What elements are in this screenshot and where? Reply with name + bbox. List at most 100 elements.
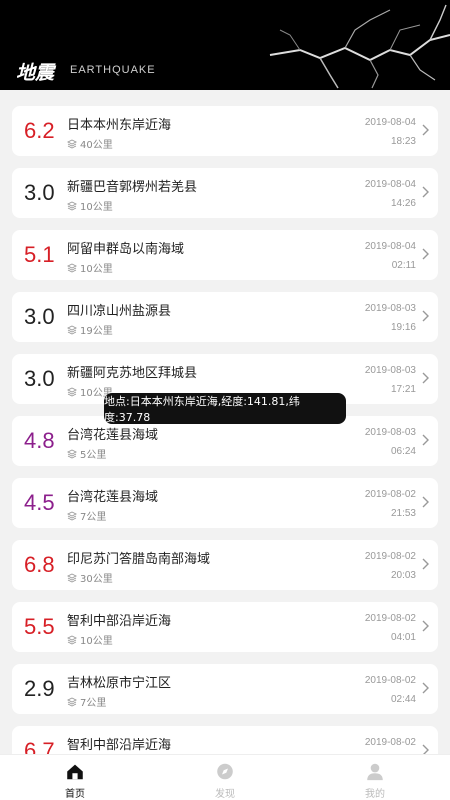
chevron-right-icon [422,186,429,198]
chevron-right-icon [422,620,429,632]
quake-date: 2019-08-03 [364,365,416,376]
layers-icon [66,696,78,707]
quake-time: 19:16 [390,322,416,333]
magnitude: 5.1 [24,242,55,267]
quake-date: 2019-08-04 [364,241,416,252]
quake-date: 2019-08-02 [364,737,416,748]
depth-value: 19公里 [80,326,113,337]
app-header: 地震 EARTHQUAKE [0,0,450,90]
magnitude: 6.2 [24,118,55,143]
quake-location: 吉林松原市宁江区 [67,676,172,691]
depth-value: 30公里 [80,574,113,585]
quake-date: 2019-08-03 [364,303,416,314]
quake-depth: 7公里 [66,508,106,523]
magnitude: 3.0 [24,180,55,205]
app-logo: 地震 [16,62,55,84]
app-subtitle: EARTHQUAKE [70,64,156,76]
chevron-right-icon [422,124,429,136]
quake-depth: 30公里 [66,570,113,585]
tab-home[interactable]: 首页 [0,755,150,800]
tab-discover[interactable]: 发现 [150,755,300,800]
quake-date: 2019-08-03 [364,427,416,438]
tab-label: 首页 [65,789,85,800]
depth-value: 10公里 [80,264,113,275]
quake-time: 17:21 [390,384,416,395]
quake-date: 2019-08-02 [364,675,416,686]
layers-icon [66,510,78,521]
layers-icon [66,386,78,397]
quake-location: 新疆巴音郭楞州若羌县 [67,180,198,195]
quake-depth: 40公里 [66,136,113,151]
layers-icon [66,138,78,149]
layers-icon [66,448,78,459]
quake-depth: 7公里 [66,694,107,709]
quake-time: 02:11 [391,260,416,271]
crack-graphic [269,4,450,89]
quake-depth: 10公里 [66,260,113,275]
quake-location: 日本本州东岸近海 [67,118,172,133]
quake-depth: 10公里 [66,198,113,213]
quake-card[interactable]: 6.8 印尼苏门答腊岛南部海域 30公里 2019-08-02 20:03 [12,540,438,590]
tab-label: 发现 [215,789,235,800]
quake-card[interactable]: 3.0 四川凉山州盐源县 19公里 2019-08-03 19:16 [12,292,438,342]
magnitude: 4.8 [24,428,55,453]
quake-card[interactable]: 2.9 吉林松原市宁江区 7公里 2019-08-02 02:44 [12,664,438,714]
quake-time: 20:03 [390,570,416,581]
quake-location: 四川凉山州盐源县 [67,304,172,319]
chevron-right-icon [422,558,429,570]
chevron-right-icon [422,682,429,694]
compass-icon [217,763,233,780]
chevron-right-icon [422,248,429,260]
quake-time: 04:01 [390,632,416,643]
quake-date: 2019-08-02 [364,489,416,500]
layers-icon [66,200,78,211]
chevron-right-icon [422,434,429,446]
magnitude: 4.5 [24,490,55,515]
quake-depth: 10公里 [66,632,113,647]
quake-date: 2019-08-04 [364,117,416,128]
quake-location: 阿留申群岛以南海域 [67,242,185,257]
chevron-right-icon [422,372,429,384]
chevron-right-icon [422,744,429,754]
quake-time: 06:24 [390,446,416,457]
magnitude: 3.0 [24,304,55,329]
depth-value: 10公里 [80,636,113,647]
tab-mine[interactable]: 我的 [300,755,450,800]
quake-date: 2019-08-02 [364,613,416,624]
quake-card[interactable]: 5.5 智利中部沿岸近海 10公里 2019-08-02 04:01 [12,602,438,652]
magnitude: 2.9 [24,676,55,701]
quake-depth: 5公里 [66,446,107,461]
quake-card[interactable]: 4.5 台湾花莲县海域 7公里 2019-08-02 21:53 [12,478,438,528]
quake-card[interactable]: 3.0 新疆巴音郭楞州若羌县 10公里 2019-08-04 14:26 [12,168,438,218]
layers-icon [66,324,78,335]
layers-icon [66,262,78,273]
quake-card[interactable]: 6.2 日本本州东岸近海 40公里 2019-08-04 18:23 [12,106,438,156]
depth-value: 7公里 [80,698,107,709]
quake-time: 02:44 [390,694,416,705]
magnitude: 6.7 [24,738,55,754]
depth-value: 5公里 [80,450,107,461]
quake-card[interactable]: 6.7 智利中部沿岸近海 2019-08-02 [12,726,438,754]
quake-location: 台湾花莲县海域 [67,490,159,505]
quake-card[interactable]: 5.1 阿留申群岛以南海域 10公里 2019-08-04 02:11 [12,230,438,280]
magnitude: 5.5 [24,614,55,639]
magnitude: 3.0 [24,366,55,391]
layers-icon [66,572,78,583]
home-icon [67,764,83,780]
user-icon [367,763,383,781]
quake-location: 新疆阿克苏地区拜城县 [67,366,198,381]
quake-location: 智利中部沿岸近海 [67,738,172,753]
quake-location: 台湾花莲县海域 [67,428,159,443]
quake-time: 21:53 [390,508,416,519]
quake-depth: 19公里 [66,322,113,337]
quake-time: 18:23 [390,136,416,147]
quake-location: 印尼苏门答腊岛南部海域 [67,552,211,567]
chevron-right-icon [422,310,429,322]
magnitude: 6.8 [24,552,55,577]
depth-value: 40公里 [80,140,113,151]
quake-location: 智利中部沿岸近海 [67,614,172,629]
tab-label: 我的 [365,789,385,800]
bottom-tab-bar: 首页 发现 我的 [0,754,450,800]
location-toast: 地点:日本本州东岸近海,经度:141.81,纬度:37.78 [104,393,346,424]
chevron-right-icon [422,496,429,508]
